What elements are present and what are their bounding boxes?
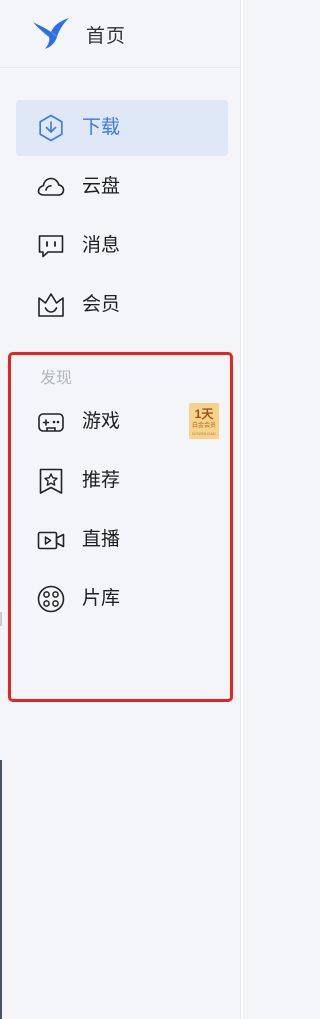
sidebar-item-cloud[interactable]: 云盘 bbox=[16, 159, 228, 215]
window-edge-strip bbox=[0, 760, 2, 1019]
header-divider bbox=[0, 67, 240, 68]
sidebar-item-label: 下载 bbox=[82, 117, 121, 138]
home-title[interactable]: 首页 bbox=[86, 21, 126, 48]
highlight-box bbox=[8, 352, 233, 702]
sidebar-item-download[interactable]: 下载 bbox=[16, 100, 228, 156]
message-icon bbox=[36, 231, 66, 261]
bird-logo-icon[interactable] bbox=[32, 16, 70, 50]
sidebar: 首页 下载 云盘 消息 会员 发现 游戏 1天 白金会员 DOWNLOAD 推荐… bbox=[0, 0, 240, 1019]
sidebar-item-membership[interactable]: 会员 bbox=[16, 277, 228, 333]
sidebar-item-label: 会员 bbox=[82, 294, 121, 315]
sidebar-item-label: 消息 bbox=[82, 235, 121, 256]
sidebar-item-label: 云盘 bbox=[82, 176, 121, 197]
crown-icon bbox=[36, 290, 66, 320]
sidebar-item-messages[interactable]: 消息 bbox=[16, 218, 228, 274]
download-icon bbox=[36, 113, 66, 143]
edge-mark bbox=[0, 612, 2, 626]
cloud-icon bbox=[36, 172, 66, 202]
sidebar-header[interactable]: 首页 bbox=[0, 0, 240, 68]
sidebar-right-border bbox=[240, 0, 243, 1019]
